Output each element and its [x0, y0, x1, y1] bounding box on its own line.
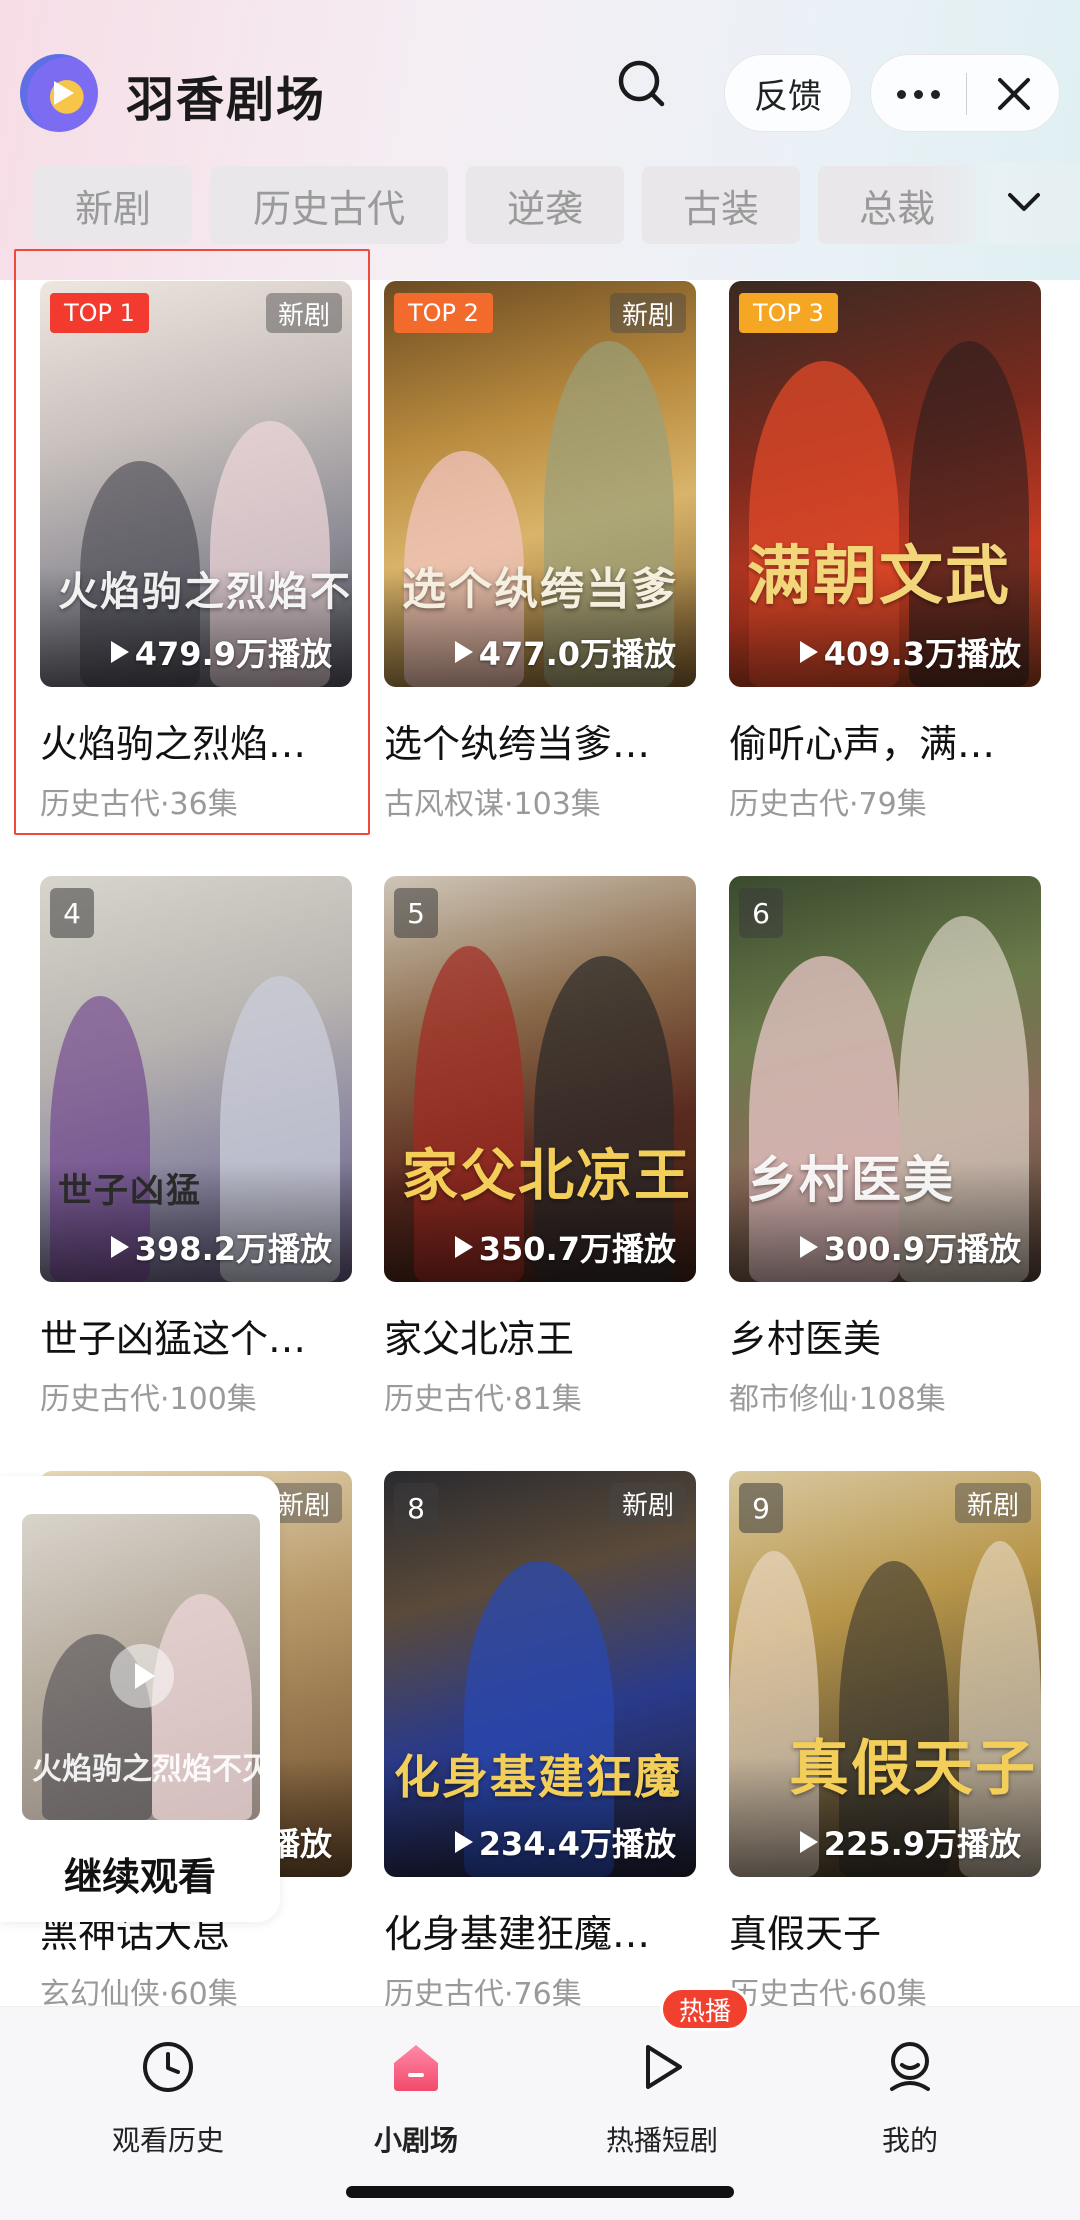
nav-label: 热播短剧 — [605, 2124, 718, 2157]
poster-title-art: 化身基建狂魔 — [394, 1750, 682, 1804]
poster-title-art: 满朝文武 — [747, 540, 1011, 614]
feedback-button[interactable]: 反馈 — [724, 54, 852, 132]
drama-title: 偷听心声，满… — [729, 722, 996, 766]
clock-icon — [143, 2042, 193, 2092]
drama-poster[interactable]: 乡村医美 6 300.9万播放 — [729, 876, 1041, 1282]
drama-poster[interactable]: 家父北凉王 5 350.7万播放 — [384, 876, 696, 1282]
drama-poster[interactable]: 真假天子 9 新剧 225.9万播放 — [729, 1471, 1041, 1877]
nav-label: 我的 — [881, 2124, 938, 2157]
play-icon — [454, 1831, 473, 1853]
drama-title: 世子凶猛这个… — [40, 1317, 307, 1361]
drama-title: 家父北凉王 — [384, 1317, 575, 1361]
poster-title-art: 乡村医美 — [747, 1151, 955, 1209]
new-badge: 新剧 — [609, 1483, 686, 1523]
poster-title-art: 真假天子 — [789, 1734, 1037, 1804]
new-badge: 新剧 — [609, 293, 686, 333]
mini-program-capsule — [870, 54, 1060, 132]
more-icon[interactable] — [871, 55, 965, 133]
drama-title: 选个纨绔当爹… — [384, 722, 651, 766]
continue-watching-thumbnail[interactable]: 火焰驹之烈焰不灭 — [22, 1514, 260, 1820]
play-count: 300.9万播放 — [799, 1224, 1021, 1270]
play-icon — [646, 2045, 682, 2089]
rank-badge: 5 — [394, 888, 438, 938]
drama-meta: 都市修仙·108集 — [729, 1382, 946, 1417]
rank-badge: 8 — [394, 1483, 438, 1533]
drama-title: 真假天子 — [729, 1912, 882, 1956]
nav-item-profile[interactable]: 我的 — [820, 2037, 1000, 2157]
hot-badge: 热播 — [660, 1987, 751, 2031]
rank-badge: 6 — [739, 888, 783, 938]
header: 羽香剧场 反馈 — [0, 40, 1080, 150]
new-badge: 新剧 — [954, 1483, 1031, 1523]
poster-title-art: 世子凶猛 — [58, 1171, 202, 1211]
app-logo — [20, 54, 98, 132]
drama-meta: 历史古代·100集 — [40, 1382, 257, 1417]
play-icon — [454, 641, 473, 663]
drama-meta: 历史古代·79集 — [729, 787, 927, 822]
play-count: 477.0万播放 — [454, 629, 676, 675]
category-tabs: 新剧 历史古代 逆袭 古装 总裁 — [0, 162, 1080, 244]
play-count: 234.4万播放 — [454, 1819, 676, 1865]
nav-item-theater[interactable]: 小剧场 — [326, 2037, 506, 2157]
continue-watching-card[interactable]: 火焰驹之烈焰不灭 继续观看 — [0, 1476, 280, 1922]
drama-poster[interactable]: 选个纨绔当爹 TOP 2 新剧 477.0万播放 — [384, 281, 696, 687]
tab-history-ancient[interactable]: 历史古代 — [210, 166, 448, 244]
drama-meta: 历史古代·81集 — [384, 1382, 582, 1417]
tab-counterattack[interactable]: 逆袭 — [466, 166, 624, 244]
chevron-down-icon[interactable] — [1002, 180, 1046, 224]
play-count: 398.2万播放 — [110, 1224, 332, 1270]
rank-badge: 4 — [50, 888, 94, 938]
drama-poster[interactable]: 世子凶猛 4 398.2万播放 — [40, 876, 352, 1282]
app-title: 羽香剧场 — [126, 72, 327, 128]
nav-label: 观看历史 — [111, 2124, 224, 2157]
play-icon — [799, 1236, 818, 1258]
drama-poster[interactable]: 满朝文武 TOP 3 409.3万播放 — [729, 281, 1041, 687]
rank-badge: TOP 2 — [394, 293, 493, 333]
poster-title-art: 火焰驹之烈焰不灭 — [32, 1752, 260, 1787]
drama-title: 化身基建狂魔… — [384, 1912, 651, 1956]
play-count: 409.3万播放 — [799, 629, 1021, 675]
search-icon[interactable] — [612, 54, 672, 114]
play-count: 350.7万播放 — [454, 1224, 676, 1270]
play-icon — [454, 1236, 473, 1258]
nav-item-hot-dramas[interactable]: 热播短剧 — [572, 2037, 752, 2157]
nav-item-history[interactable]: 观看历史 — [78, 2037, 258, 2157]
continue-watching-label: 继续观看 — [63, 1855, 216, 1899]
nav-label: 小剧场 — [373, 2124, 458, 2157]
play-icon — [799, 1831, 818, 1853]
play-icon — [799, 641, 818, 663]
play-count: 225.9万播放 — [799, 1819, 1021, 1865]
theater-icon — [394, 2045, 438, 2091]
close-icon[interactable] — [967, 55, 1061, 133]
play-icon — [110, 1236, 129, 1258]
rank-badge: TOP 3 — [739, 293, 838, 333]
selection-highlight — [14, 249, 370, 835]
profile-icon — [890, 2042, 930, 2091]
rank-badge: 9 — [739, 1483, 783, 1533]
drama-title: 乡村医美 — [729, 1317, 882, 1361]
drama-poster[interactable]: 化身基建狂魔 8 新剧 234.4万播放 — [384, 1471, 696, 1877]
poster-title-art: 选个纨绔当爹 — [402, 564, 678, 615]
tab-new[interactable]: 新剧 — [34, 166, 192, 244]
tab-costume[interactable]: 古装 — [642, 166, 800, 244]
drama-meta: 古风权谋·103集 — [384, 787, 601, 822]
poster-title-art: 家父北凉王 — [402, 1144, 692, 1209]
play-icon[interactable] — [110, 1644, 174, 1708]
home-indicator[interactable] — [346, 2186, 734, 2198]
